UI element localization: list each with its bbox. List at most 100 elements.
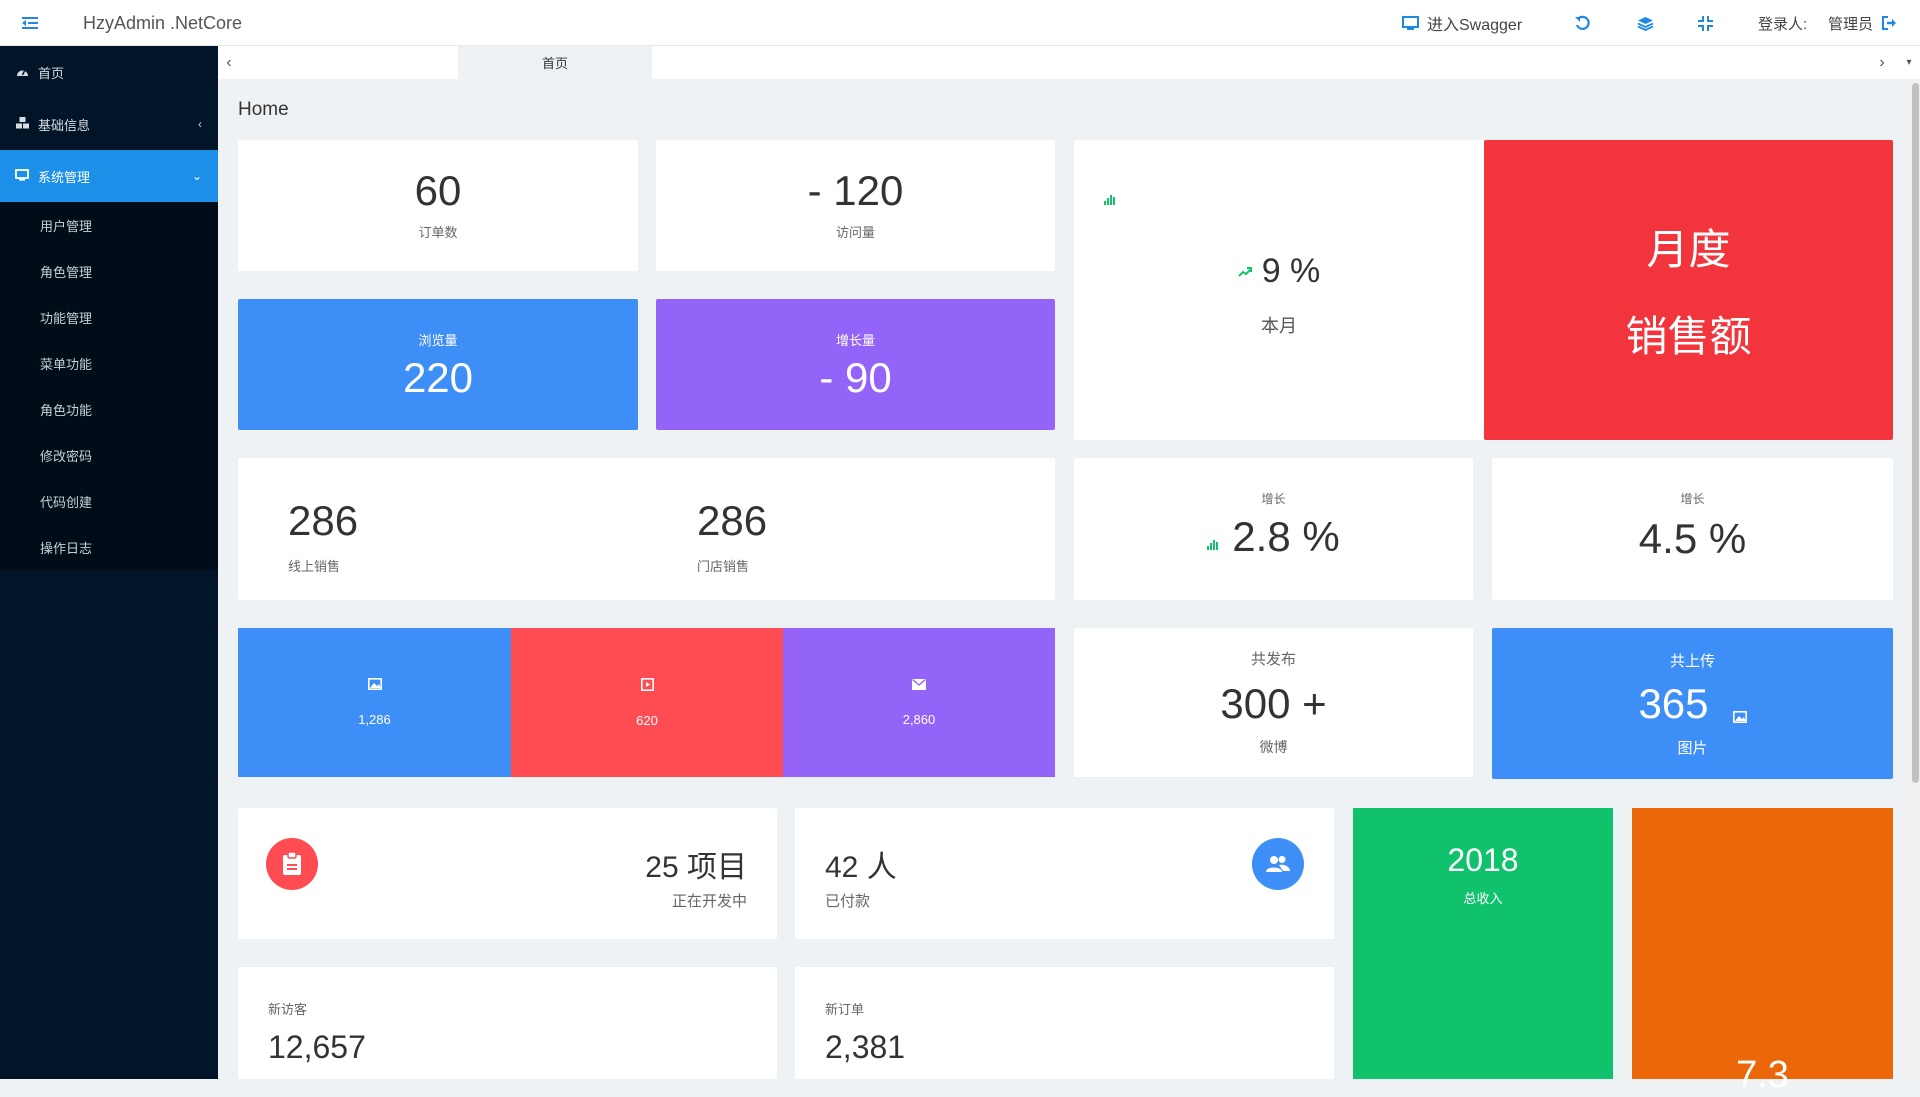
weibo-card: 共发布 300 + 微博 — [1074, 628, 1473, 777]
new-visitors-card: 新访客 12,657 — [238, 967, 777, 1079]
orange-value: 7.3 — [1736, 1054, 1789, 1096]
monthly-sales-line2: 销售额 — [1625, 313, 1752, 360]
sidebar-item-home[interactable]: 首页 — [0, 46, 218, 98]
chevron-down-icon: ⌄ — [191, 169, 202, 183]
growth-card: 增长量 - 90 — [656, 299, 1055, 430]
scrollbar-thumb[interactable] — [1912, 83, 1919, 783]
online-sales-label: 线上销售 — [288, 559, 341, 574]
views-label: 浏览量 — [418, 333, 458, 348]
trend-up-icon — [1237, 266, 1252, 277]
dashboard-icon — [14, 65, 30, 80]
menu-toggle-icon[interactable] — [22, 0, 38, 46]
sidebar-subitem[interactable]: 角色功能 — [0, 386, 218, 432]
income-card: 2018 总收入 — [1353, 808, 1613, 1079]
sidebar-subitem[interactable]: 操作日志 — [0, 524, 218, 570]
tab-scroll-right-icon[interactable]: › — [1871, 46, 1893, 79]
upload-sub: 图片 — [1677, 739, 1708, 757]
income-label: 总收入 — [1463, 891, 1503, 906]
growth-label: 增长量 — [835, 333, 875, 348]
growth-a-label: 增长 — [1261, 492, 1286, 506]
new-visitors-label: 新访客 — [268, 1002, 308, 1017]
tri-card-1: 1,286 — [238, 628, 511, 777]
page-title: Home — [238, 99, 289, 120]
cubes-icon — [14, 116, 30, 132]
app-title: HzyAdmin .NetCore — [83, 12, 243, 33]
page-scrollbar[interactable] — [1911, 79, 1920, 1079]
refresh-icon[interactable] — [1574, 0, 1591, 46]
swagger-label: 进入Swagger — [1427, 17, 1523, 34]
layers-icon[interactable] — [1637, 0, 1654, 46]
views-card: 浏览量 220 — [238, 299, 638, 430]
orders-value: 60 — [414, 167, 462, 214]
sidebar: 首页 基础信息 ‹ 系统管理 ⌄ 用户管理 角色管理 功能管理 菜单功能 角色功… — [0, 46, 218, 1079]
main-content: Home 60 订单数 - 120 访问量 浏览量 220 增长量 - 90 9… — [218, 79, 1893, 1096]
tab-menu-caret-icon[interactable]: ▾ — [1898, 46, 1920, 79]
month-label: 本月 — [1261, 316, 1297, 336]
sidebar-item-system[interactable]: 系统管理 ⌄ — [0, 150, 218, 202]
weibo-sub: 微博 — [1259, 739, 1288, 755]
sidebar-subitem[interactable]: 菜单功能 — [0, 340, 218, 386]
online-sales-value: 286 — [288, 497, 359, 544]
orders-label: 订单数 — [418, 225, 458, 240]
upload-card: 共上传 365 图片 — [1492, 628, 1893, 779]
month-card: 9 % 本月 — [1074, 140, 1484, 440]
views-value: 220 — [402, 354, 474, 401]
tri-card-3: 2,860 — [783, 628, 1055, 777]
compress-icon[interactable] — [1698, 0, 1713, 46]
tab-scroll-left-icon[interactable]: ‹ — [218, 46, 240, 79]
upload-value: 365 — [1638, 679, 1709, 727]
sidebar-subitem[interactable]: 功能管理 — [0, 294, 218, 340]
chevron-left-icon: ‹ — [198, 117, 202, 131]
sidebar-item-label: 首页 — [38, 65, 65, 81]
tab-home[interactable]: 首页 — [458, 46, 652, 79]
monthly-sales-line1: 月度 — [1646, 226, 1731, 273]
projects-label: 正在开发中 — [671, 893, 747, 910]
tri-card-2: 620 — [511, 628, 783, 777]
monitor-icon — [1402, 15, 1419, 31]
logout-icon[interactable] — [1882, 0, 1897, 46]
weibo-value: 300 + — [1220, 680, 1327, 727]
new-orders-value: 2,381 — [825, 1029, 906, 1065]
sidebar-subitem[interactable]: 角色管理 — [0, 248, 218, 294]
weibo-label: 共发布 — [1250, 651, 1296, 668]
tab-bar: ‹ 首页 › ▾ — [218, 46, 1920, 79]
orders-card: 60 订单数 — [238, 140, 638, 271]
new-orders-card: 新订单 2,381 — [795, 967, 1334, 1079]
store-sales-value: 286 — [697, 497, 768, 544]
visits-label: 访问量 — [835, 225, 875, 240]
image-icon — [1732, 710, 1747, 723]
growth-b-label: 增长 — [1680, 492, 1705, 506]
month-value: 9 % — [1261, 252, 1321, 290]
new-orders-label: 新订单 — [825, 1002, 865, 1017]
upload-label: 共上传 — [1669, 652, 1715, 670]
sales-card: 286 线上销售 286 门店销售 — [238, 458, 1055, 600]
image-icon — [367, 678, 382, 690]
bar-chart-icon — [1207, 540, 1219, 550]
tri-value-2: 620 — [636, 712, 658, 728]
clipboard-icon — [266, 838, 318, 890]
tri-value-1: 1,286 — [358, 712, 391, 727]
sidebar-item-basic-info[interactable]: 基础信息 ‹ — [0, 98, 218, 150]
bar-chart-icon — [1104, 195, 1115, 205]
growth-a-value: 2.8 % — [1232, 513, 1340, 560]
sidebar-item-label: 系统管理 — [38, 169, 91, 185]
swagger-link[interactable]: 进入Swagger — [1402, 0, 1522, 46]
paid-value: 42 人 — [825, 851, 897, 884]
paid-card: 42 人 已付款 — [795, 808, 1334, 939]
paid-label: 已付款 — [825, 893, 871, 910]
tri-value-3: 2,860 — [902, 711, 936, 727]
login-label: 登录人: — [1758, 15, 1808, 33]
growth-b-value: 4.5 % — [1638, 515, 1747, 562]
new-visitors-value: 12,657 — [268, 1029, 366, 1065]
sidebar-subitem[interactable]: 用户管理 — [0, 202, 218, 248]
users-icon — [1252, 838, 1304, 890]
sidebar-subitem[interactable]: 代码创建 — [0, 478, 218, 524]
growth-a-card: 增长 2.8 % — [1074, 458, 1473, 600]
sidebar-subitem[interactable]: 修改密码 — [0, 432, 218, 478]
visits-card: - 120 访问量 — [656, 140, 1055, 271]
user-name[interactable]: 管理员 — [1828, 0, 1873, 46]
monthly-sales-card: 月度 销售额 — [1484, 140, 1893, 440]
top-bar: HzyAdmin .NetCore 进入Swagger 登录人: 管理员 — [0, 0, 1920, 46]
sidebar-submenu: 用户管理 角色管理 功能管理 菜单功能 角色功能 修改密码 代码创建 操作日志 — [0, 202, 218, 570]
projects-value: 25 项目 — [645, 851, 747, 884]
